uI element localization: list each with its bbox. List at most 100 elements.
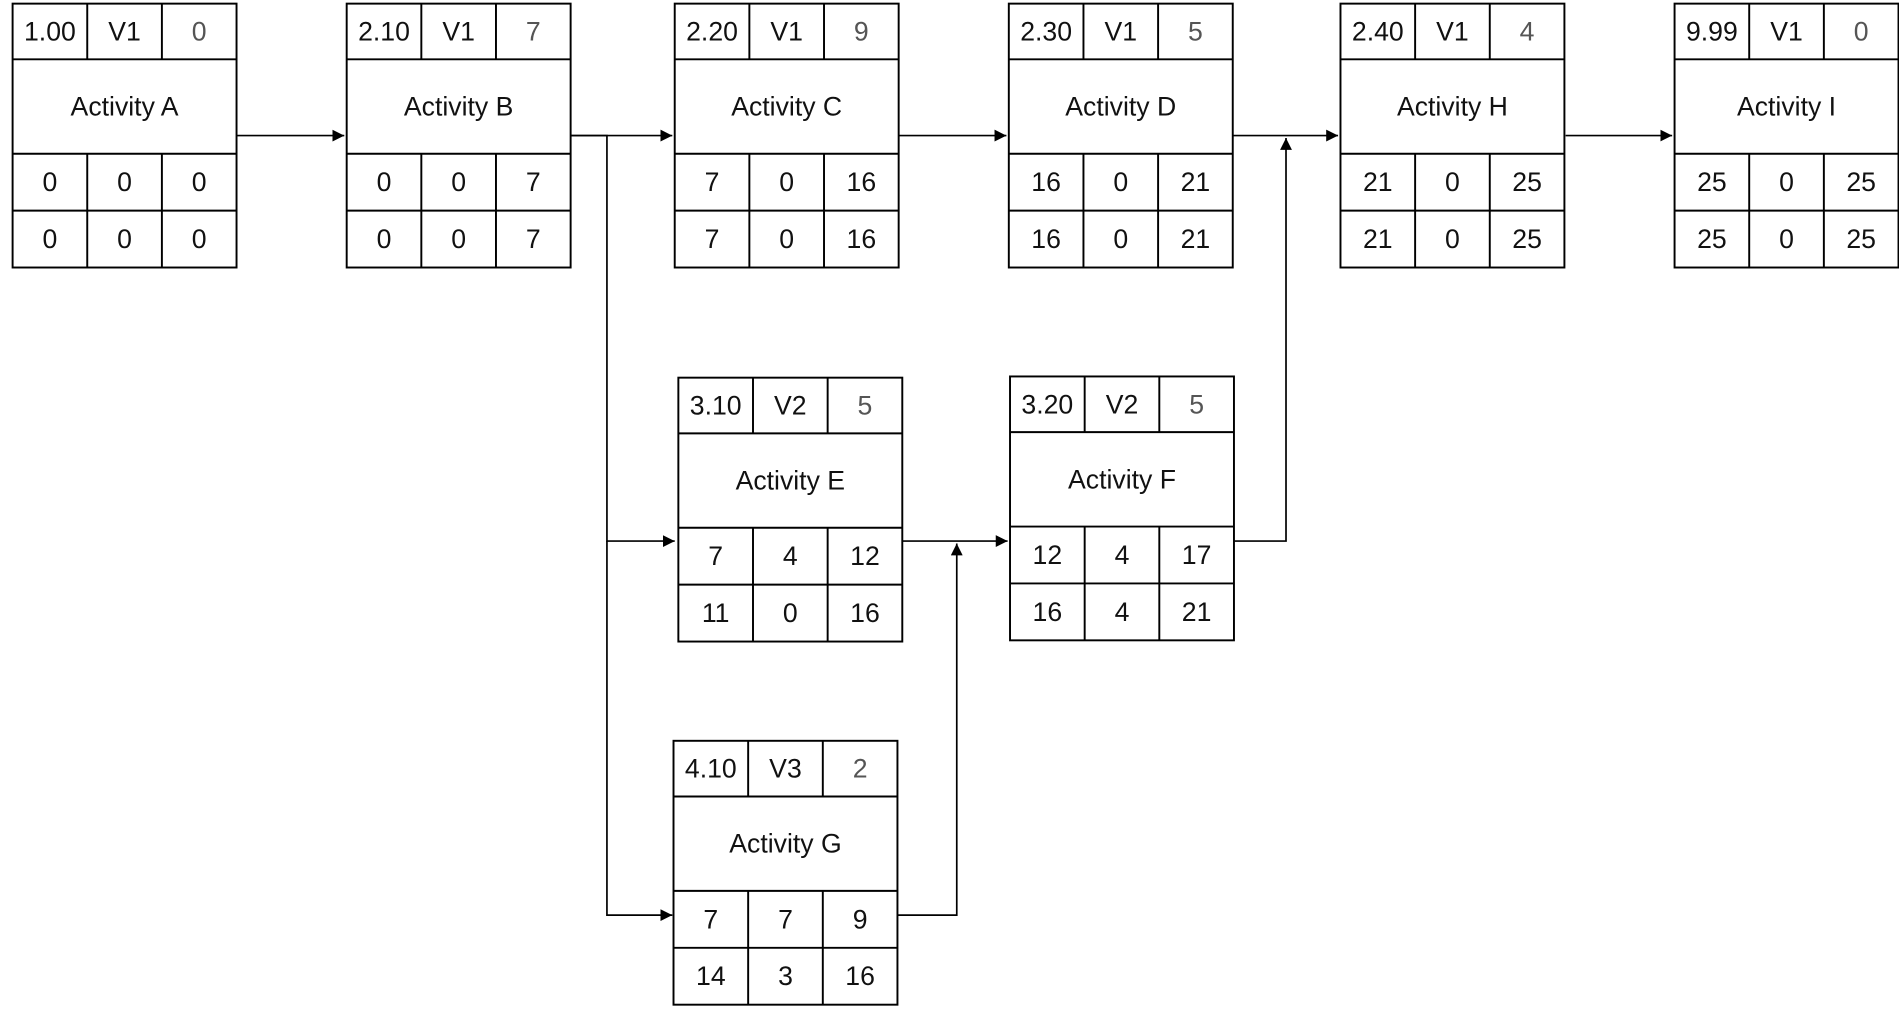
early-value: 12 xyxy=(850,541,880,571)
early-value: 16 xyxy=(1031,167,1061,197)
early-value: 25 xyxy=(1846,167,1876,197)
early-value: 25 xyxy=(1512,167,1542,197)
activity-duration: 7 xyxy=(526,16,541,46)
late-value: 0 xyxy=(1113,224,1128,254)
activity-name: Activity G xyxy=(729,829,841,859)
activity-id: 3.20 xyxy=(1021,389,1073,419)
early-value: 0 xyxy=(1445,167,1460,197)
late-value: 25 xyxy=(1846,224,1876,254)
activity-node-d: 2.30 V1 5 Activity D 16 0 21 16 0 21 xyxy=(1007,2,1234,269)
late-value: 21 xyxy=(1363,224,1393,254)
early-value: 0 xyxy=(117,167,132,197)
early-value: 25 xyxy=(1697,167,1727,197)
activity-id: 2.30 xyxy=(1020,16,1072,46)
activity-name: Activity D xyxy=(1065,92,1176,122)
late-value: 0 xyxy=(1779,224,1794,254)
arrow-g-to-f xyxy=(897,543,963,916)
activity-id: 1.00 xyxy=(24,16,76,46)
activity-id: 2.20 xyxy=(686,16,738,46)
activity-version: V2 xyxy=(774,391,807,421)
activity-name: Activity I xyxy=(1737,92,1836,122)
activity-name: Activity A xyxy=(71,92,179,122)
arrow-b-to-g xyxy=(606,541,673,922)
late-value: 16 xyxy=(847,224,877,254)
activity-version: V1 xyxy=(442,16,475,46)
activity-node-a: 1.00 V1 0 Activity A 0 0 0 0 0 0 xyxy=(11,2,238,269)
late-value: 21 xyxy=(1182,597,1212,627)
network-diagram: 1.00 V1 0 Activity A 0 0 0 0 0 0 2.10 V1 7 Activity B… xyxy=(11,2,1899,1006)
late-value: 11 xyxy=(702,598,730,628)
early-value: 4 xyxy=(1115,540,1130,570)
arrow-b-to-e xyxy=(568,134,675,548)
late-value: 16 xyxy=(850,598,880,628)
early-value: 0 xyxy=(451,167,466,197)
early-value: 21 xyxy=(1181,167,1211,197)
activity-id: 9.99 xyxy=(1686,16,1738,46)
activity-id: 4.10 xyxy=(685,754,737,784)
activity-name: Activity C xyxy=(731,92,842,122)
early-value: 7 xyxy=(526,167,541,197)
early-value: 7 xyxy=(708,541,723,571)
late-value: 0 xyxy=(779,224,794,254)
late-value: 0 xyxy=(783,598,798,628)
early-value: 16 xyxy=(847,167,877,197)
activity-node-f: 3.20 V2 5 Activity F 12 4 17 16 4 21 xyxy=(1009,375,1235,642)
late-value: 25 xyxy=(1697,224,1727,254)
activity-duration: 0 xyxy=(1854,16,1869,46)
activity-name: Activity H xyxy=(1397,92,1508,122)
activity-duration: 5 xyxy=(1188,16,1203,46)
early-value: 17 xyxy=(1182,540,1212,570)
early-value: 21 xyxy=(1363,167,1393,197)
early-value: 0 xyxy=(192,167,207,197)
early-value: 7 xyxy=(703,904,718,934)
early-value: 0 xyxy=(43,167,58,197)
early-value: 12 xyxy=(1033,540,1063,570)
activity-version: V1 xyxy=(1770,16,1803,46)
activity-node-h: 2.40 V1 4 Activity H 21 0 25 21 0 25 xyxy=(1339,2,1566,269)
late-value: 3 xyxy=(778,961,793,991)
late-value: 0 xyxy=(43,224,58,254)
activity-node-i: 9.99 V1 0 Activity I 25 0 25 25 0 25 xyxy=(1673,2,1899,269)
activity-duration: 5 xyxy=(858,391,873,421)
activity-node-e: 3.10 V2 5 Activity E 7 4 12 11 0 16 xyxy=(677,376,904,643)
activity-duration: 0 xyxy=(192,16,207,46)
early-value: 0 xyxy=(1113,167,1128,197)
late-value: 7 xyxy=(705,224,720,254)
activity-node-b: 2.10 V1 7 Activity B 0 0 7 0 0 7 xyxy=(345,2,572,269)
early-value: 0 xyxy=(377,167,392,197)
early-value: 0 xyxy=(779,167,794,197)
activity-node-g: 4.10 V3 2 Activity G 7 7 9 14 3 16 xyxy=(672,739,899,1006)
activity-duration: 9 xyxy=(854,16,869,46)
late-value: 0 xyxy=(192,224,207,254)
late-value: 0 xyxy=(117,224,132,254)
late-value: 7 xyxy=(526,224,541,254)
late-value: 25 xyxy=(1512,224,1542,254)
early-value: 0 xyxy=(1779,167,1794,197)
late-value: 16 xyxy=(845,961,875,991)
late-value: 0 xyxy=(1445,224,1460,254)
late-value: 4 xyxy=(1115,597,1130,627)
activity-id: 2.10 xyxy=(358,16,410,46)
late-value: 0 xyxy=(451,224,466,254)
activity-version: V2 xyxy=(1106,389,1139,419)
late-value: 0 xyxy=(377,224,392,254)
activity-name: Activity E xyxy=(736,466,845,496)
late-value: 21 xyxy=(1181,224,1211,254)
early-value: 4 xyxy=(783,541,798,571)
activity-name: Activity F xyxy=(1068,464,1176,494)
early-value: 9 xyxy=(853,904,868,934)
activity-version: V1 xyxy=(108,16,141,46)
activity-version: V1 xyxy=(1436,16,1469,46)
activity-duration: 5 xyxy=(1189,389,1204,419)
activity-version: V1 xyxy=(1104,16,1137,46)
activity-version: V1 xyxy=(770,16,803,46)
late-value: 16 xyxy=(1033,597,1063,627)
activity-version: V3 xyxy=(769,754,802,784)
activity-node-c: 2.20 V1 9 Activity C 7 0 16 7 0 16 xyxy=(673,2,900,269)
early-value: 7 xyxy=(778,904,793,934)
activity-name: Activity B xyxy=(404,92,513,122)
activity-id: 2.40 xyxy=(1352,16,1404,46)
activity-id: 3.10 xyxy=(690,391,742,421)
late-value: 14 xyxy=(696,961,726,991)
activity-duration: 2 xyxy=(853,754,868,784)
